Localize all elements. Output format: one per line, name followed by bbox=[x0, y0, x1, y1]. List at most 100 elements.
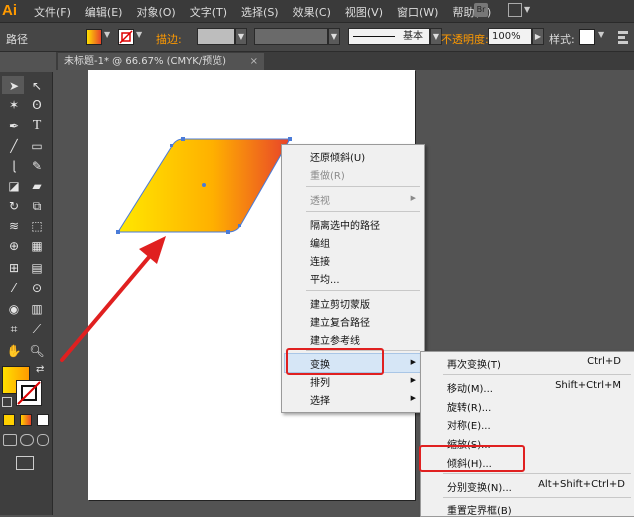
menu-item-transform-again[interactable]: 再次变换(T) bbox=[447, 356, 501, 371]
opacity-label[interactable]: 不透明度: bbox=[441, 31, 489, 47]
free-transform-tool-icon[interactable]: ⬚ bbox=[27, 217, 47, 235]
highlight-box-transform bbox=[286, 348, 384, 375]
selection-tool-icon[interactable]: ➤ bbox=[4, 77, 24, 95]
scale-tool-icon[interactable]: ⧉ bbox=[27, 197, 47, 215]
line-tool-icon[interactable]: ╱ bbox=[4, 137, 24, 155]
rectangle-tool-icon[interactable]: ▭ bbox=[27, 137, 47, 155]
chevron-down-icon[interactable]: ▼ bbox=[598, 30, 604, 39]
menu-file[interactable]: 文件(F) bbox=[34, 4, 71, 20]
menu-item-rotate[interactable]: 旋转(R)... bbox=[447, 399, 491, 414]
menu-item-isolate-path[interactable]: 隔离选中的路径 bbox=[310, 217, 380, 232]
stroke-color-swatch[interactable] bbox=[16, 380, 42, 406]
profile-dropdown[interactable]: ▼ bbox=[328, 28, 340, 45]
none-mode-icon[interactable] bbox=[37, 414, 49, 426]
menu-item-arrange[interactable]: 排列 bbox=[310, 374, 330, 389]
menu-item-redo[interactable]: 重做(R) bbox=[310, 167, 345, 182]
menu-item-reflect[interactable]: 对称(E)... bbox=[447, 417, 491, 432]
brush-definition-field[interactable]: 基本 bbox=[348, 28, 430, 45]
stroke-weight-dropdown[interactable]: ▼ bbox=[235, 28, 247, 45]
submenu-arrow-icon: ▶ bbox=[410, 376, 416, 384]
chevron-down-icon[interactable]: ▼ bbox=[104, 30, 110, 39]
warp-tool-icon[interactable]: ≋ bbox=[4, 217, 24, 235]
pencil-tool-icon[interactable]: ✎ bbox=[27, 157, 47, 175]
menu-view[interactable]: 视图(V) bbox=[345, 4, 383, 20]
align-icon[interactable] bbox=[616, 29, 630, 45]
rotate-tool-icon[interactable]: ↻ bbox=[4, 197, 24, 215]
stroke-swatch[interactable] bbox=[118, 29, 134, 45]
brush-name: 基本 bbox=[403, 31, 423, 42]
menu-item-make-clipping-mask[interactable]: 建立剪切蒙版 bbox=[310, 296, 370, 311]
blend-tool-icon[interactable]: ⊙ bbox=[27, 279, 47, 297]
menu-bar: Ai 文件(F) 编辑(E) 对象(O) 文字(T) 选择(S) 效果(C) 视… bbox=[0, 0, 634, 23]
mesh-tool-icon[interactable]: ⊞ bbox=[4, 259, 24, 277]
magic-wand-tool-icon[interactable]: ✶ bbox=[4, 96, 24, 114]
menu-item-perspective[interactable]: 透视 bbox=[310, 192, 330, 207]
menu-object[interactable]: 对象(O) bbox=[136, 4, 175, 20]
menu-item-join[interactable]: 连接 bbox=[310, 253, 330, 268]
bridge-icon[interactable]: Br bbox=[474, 3, 488, 17]
opacity-field[interactable]: 100% bbox=[488, 28, 532, 45]
document-tab[interactable]: 未标题-1* @ 66.67% (CMYK/预览) × bbox=[58, 53, 264, 70]
default-colors-icon[interactable] bbox=[2, 397, 12, 407]
eraser-tool-icon[interactable]: ▰ bbox=[27, 177, 47, 195]
symbol-sprayer-tool-icon[interactable]: ◉ bbox=[4, 300, 24, 318]
menu-select[interactable]: 选择(S) bbox=[241, 4, 279, 20]
brush-stroke-preview bbox=[353, 36, 395, 37]
shape-builder-tool-icon[interactable]: ⊕ bbox=[4, 237, 24, 255]
fill-swatch[interactable] bbox=[86, 29, 102, 45]
stroke-weight-field[interactable] bbox=[197, 28, 235, 45]
swap-colors-icon[interactable]: ⇄ bbox=[36, 364, 44, 375]
chevron-down-icon[interactable]: ▼ bbox=[136, 30, 142, 39]
tools-panel: ➤ ↖ ✶ ʘ ✒ T ╱ ▭ ɭ ✎ ◪ ▰ ↻ ⧉ ≋ ⬚ ⊕ ▦ ⊞ ▤ … bbox=[0, 72, 53, 515]
chevron-down-icon[interactable]: ▼ bbox=[524, 5, 530, 14]
draw-inside-icon[interactable] bbox=[37, 434, 49, 446]
draw-normal-icon[interactable] bbox=[3, 434, 17, 446]
pen-tool-icon[interactable]: ✒ bbox=[4, 117, 24, 135]
menu-effect[interactable]: 效果(C) bbox=[293, 4, 331, 20]
color-mode-icon[interactable] bbox=[3, 414, 15, 426]
column-graph-tool-icon[interactable]: ▥ bbox=[27, 300, 47, 318]
transform-submenu: 再次变换(T) Ctrl+D 移动(M)... Shift+Ctrl+M 旋转(… bbox=[420, 351, 634, 517]
shortcut-transform-again: Ctrl+D bbox=[587, 356, 621, 367]
menu-item-move[interactable]: 移动(M)... bbox=[447, 380, 493, 395]
no-stroke-icon bbox=[17, 381, 41, 405]
document-title: 未标题-1* @ 66.67% (CMYK/预览) bbox=[64, 56, 227, 67]
stroke-label[interactable]: 描边: bbox=[156, 31, 182, 47]
menu-type[interactable]: 文字(T) bbox=[190, 4, 227, 20]
control-bar: 路径 ▼ ▼ 描边: ▼ ▼ 基本 ▼ 不透明度: 100% ▶ 样式: ▼ bbox=[0, 23, 634, 52]
lasso-tool-icon[interactable]: ʘ bbox=[27, 96, 47, 114]
blob-brush-tool-icon[interactable]: ◪ bbox=[4, 177, 24, 195]
menu-item-make-guides[interactable]: 建立参考线 bbox=[310, 332, 360, 347]
menu-item-make-compound-path[interactable]: 建立复合路径 bbox=[310, 314, 370, 329]
menu-list: 文件(F) 编辑(E) 对象(O) 文字(T) 选择(S) 效果(C) 视图(V… bbox=[34, 4, 505, 20]
slice-tool-icon[interactable]: ⟋ bbox=[27, 320, 47, 338]
menu-item-transform-each[interactable]: 分别变换(N)... bbox=[447, 479, 512, 494]
opacity-dropdown[interactable]: ▶ bbox=[532, 28, 544, 45]
menu-item-select[interactable]: 选择 bbox=[310, 392, 330, 407]
screen-mode-icon[interactable] bbox=[16, 456, 34, 470]
variable-width-profile[interactable] bbox=[254, 28, 328, 45]
gradient-mode-icon[interactable] bbox=[20, 414, 32, 426]
submenu-arrow-icon: ▶ bbox=[410, 394, 416, 402]
menu-item-group[interactable]: 编组 bbox=[310, 235, 330, 250]
close-icon[interactable]: × bbox=[250, 53, 258, 70]
direct-selection-tool-icon[interactable]: ↖ bbox=[27, 77, 47, 95]
graphic-style-swatch[interactable] bbox=[579, 29, 595, 45]
paintbrush-tool-icon[interactable]: ɭ bbox=[4, 157, 24, 175]
gradient-tool-icon[interactable]: ▤ bbox=[27, 259, 47, 277]
zoom-tool-icon[interactable]: 🔍︎ bbox=[27, 342, 47, 360]
menu-separator bbox=[306, 186, 420, 187]
workspace-icon[interactable] bbox=[508, 3, 522, 17]
menu-separator bbox=[443, 473, 631, 474]
draw-behind-icon[interactable] bbox=[20, 434, 34, 446]
menu-item-average[interactable]: 平均... bbox=[310, 271, 340, 286]
shortcut-move: Shift+Ctrl+M bbox=[555, 380, 621, 391]
artboard-tool-icon[interactable]: ⌗ bbox=[4, 320, 24, 338]
type-tool-icon[interactable]: T bbox=[27, 117, 47, 135]
menu-item-undo-shear[interactable]: 还原倾斜(U) bbox=[310, 149, 365, 164]
perspective-grid-tool-icon[interactable]: ▦ bbox=[27, 237, 47, 255]
hand-tool-icon[interactable]: ✋ bbox=[4, 342, 24, 360]
eyedropper-tool-icon[interactable]: ⁄ bbox=[4, 279, 24, 297]
menu-edit[interactable]: 编辑(E) bbox=[85, 4, 123, 20]
menu-window[interactable]: 窗口(W) bbox=[397, 4, 438, 20]
